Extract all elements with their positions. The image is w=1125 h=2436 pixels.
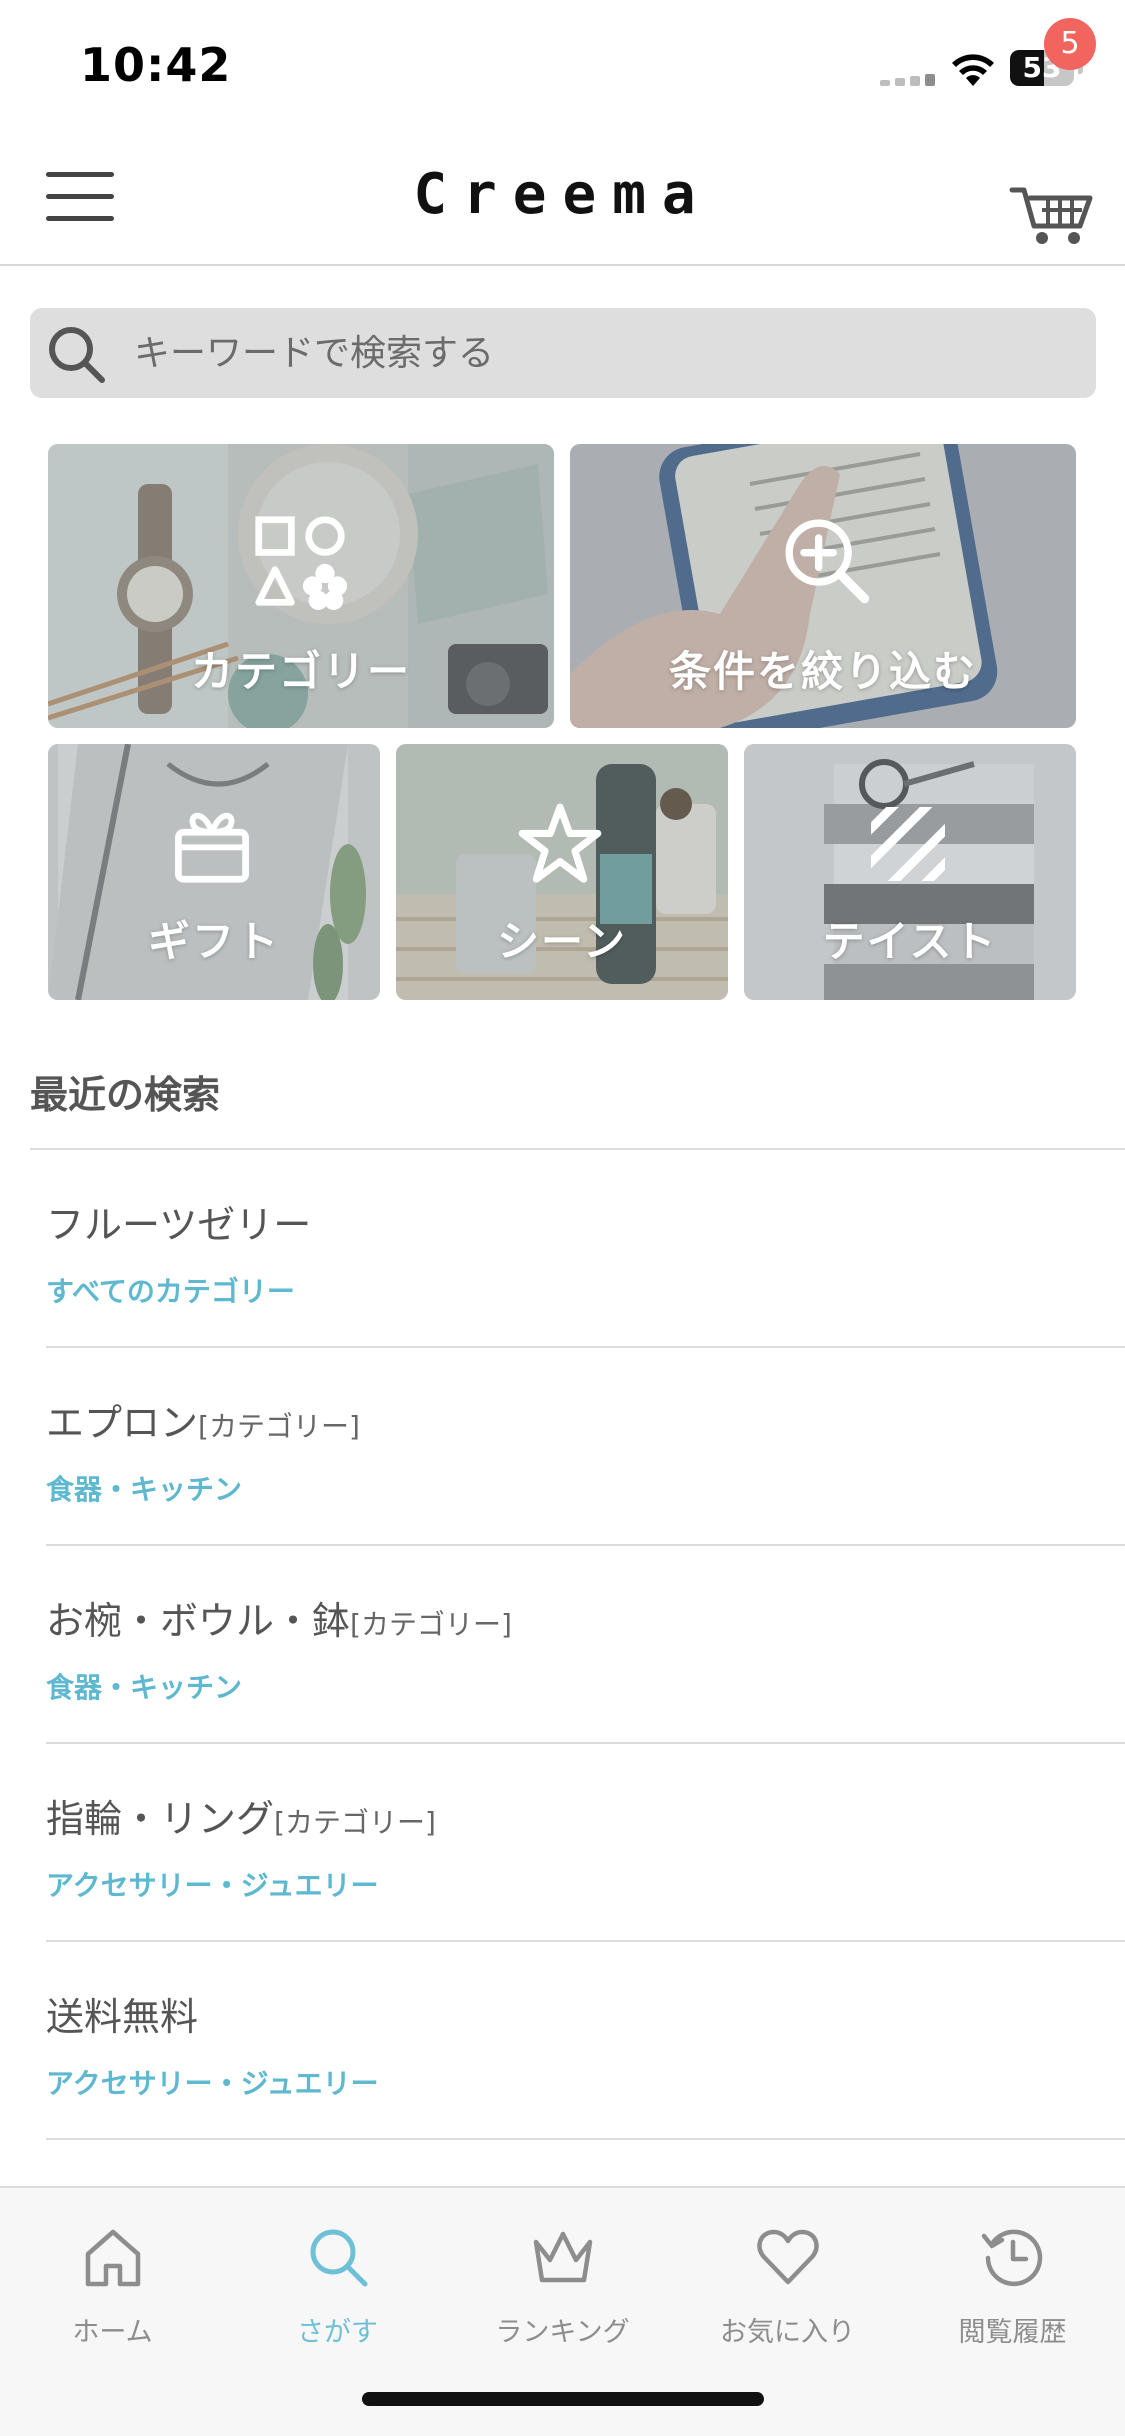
taste-tile[interactable]: テイスト: [744, 744, 1076, 1000]
heart-icon: [757, 2229, 819, 2285]
tab-home-label: ホーム: [72, 2317, 153, 2348]
filter-label: 条件を絞り込む: [668, 647, 977, 696]
shapes-icon: [255, 516, 348, 610]
recent-search-item[interactable]: エプロン[カテゴリー] 食器・キッチン: [46, 1348, 1125, 1546]
search-icon: [310, 2229, 368, 2287]
gift-box-icon: [175, 812, 249, 883]
tab-favorites-label: お気に入り: [720, 2317, 855, 2348]
tab-home[interactable]: ホーム: [0, 2206, 225, 2356]
status-time: 10:42: [80, 38, 232, 92]
star-icon: [518, 803, 602, 883]
signal-icon: [880, 72, 936, 86]
search-input[interactable]: [134, 318, 1034, 388]
recent-search-term: 指輪・リング: [46, 1797, 275, 1841]
scene-label: シーン: [497, 917, 627, 966]
recent-search-category: アクセサリー・ジュエリー: [46, 1869, 379, 1902]
zoom-in-icon: [785, 519, 870, 604]
tab-ranking-label: ランキング: [495, 2317, 630, 2348]
home-indicator: [362, 2392, 764, 2406]
scene-tile[interactable]: シーン: [396, 744, 728, 1000]
recent-search-category: 食器・キッチン: [46, 1671, 243, 1704]
filter-tile[interactable]: 条件を絞り込む: [570, 444, 1076, 728]
recent-search-item[interactable]: お椀・ボウル・鉢[カテゴリー] 食器・キッチン: [46, 1546, 1125, 1744]
history-icon: [981, 2229, 1043, 2287]
recent-search-term: フルーツゼリー: [46, 1203, 312, 1247]
recent-search-item[interactable]: 送料無料 アクセサリー・ジュエリー: [46, 1942, 1125, 2140]
recent-search-tag: [カテゴリー]: [274, 1806, 436, 1839]
wifi-icon: [952, 54, 994, 86]
recent-search-tag: [カテゴリー]: [198, 1410, 360, 1443]
search-bar[interactable]: [30, 308, 1096, 398]
recent-search-tag: [カテゴリー]: [350, 1608, 512, 1641]
tab-search-label: さがす: [297, 2317, 378, 2348]
stripes-icon: [871, 807, 945, 881]
recent-search-category: アクセサリー・ジュエリー: [46, 2067, 379, 2100]
recent-search-item[interactable]: フルーツゼリー すべてのカテゴリー: [46, 1150, 1125, 1348]
tab-favorites[interactable]: お気に入り: [675, 2206, 900, 2356]
creema-logo[interactable]: Creema: [0, 162, 1125, 227]
status-bar: 10:42 53: [0, 0, 1125, 132]
gift-label: ギフト: [147, 917, 280, 966]
app-header: Creema: [0, 132, 1125, 266]
recent-search-category: すべてのカテゴリー: [46, 1275, 295, 1308]
recent-searches-heading: 最近の検索: [30, 1073, 221, 1117]
tab-ranking[interactable]: ランキング: [450, 2206, 675, 2356]
gift-tile[interactable]: ギフト: [48, 744, 380, 1000]
category-label: カテゴリー: [190, 647, 411, 696]
tab-history[interactable]: 閲覧履歴: [900, 2206, 1125, 2356]
search-icon: [49, 327, 105, 383]
recent-search-item[interactable]: 指輪・リング[カテゴリー] アクセサリー・ジュエリー: [46, 1744, 1125, 1942]
home-icon: [85, 2229, 141, 2287]
recent-search-category: 食器・キッチン: [46, 1473, 243, 1506]
tab-history-label: 閲覧履歴: [958, 2317, 1067, 2348]
taste-label: テイスト: [822, 917, 998, 966]
recent-search-term: お椀・ボウル・鉢: [46, 1599, 351, 1643]
category-tile[interactable]: カテゴリー: [48, 444, 554, 728]
cart-count-badge: 5: [1044, 18, 1096, 70]
crown-icon: [533, 2231, 593, 2283]
tab-search[interactable]: さがす: [225, 2206, 450, 2356]
recent-search-term: 送料無料: [46, 1995, 199, 2039]
recent-search-term: エプロン: [46, 1401, 199, 1445]
cart-icon[interactable]: [1008, 160, 1100, 250]
